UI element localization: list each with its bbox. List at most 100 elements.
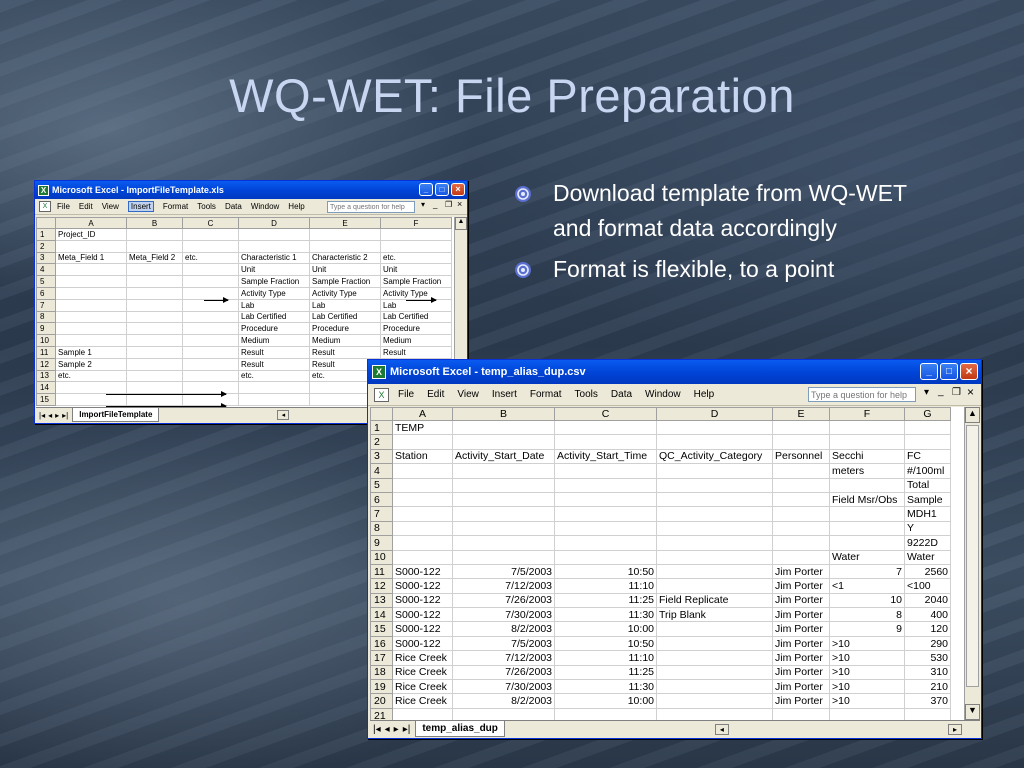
cell[interactable] — [126, 286, 183, 300]
cell[interactable]: 7/12/2003 — [452, 650, 555, 666]
cell[interactable] — [452, 463, 555, 479]
cell[interactable]: Activity_Start_Date — [452, 448, 555, 465]
cell[interactable] — [772, 707, 830, 720]
column-header[interactable]: G — [904, 407, 951, 421]
menu-tools[interactable]: Tools — [197, 202, 216, 211]
cell[interactable] — [772, 506, 830, 522]
menu-format[interactable]: Format — [530, 389, 562, 400]
cell[interactable]: 11:10 — [554, 578, 657, 594]
cell[interactable] — [829, 434, 905, 450]
cell[interactable]: 11:30 — [554, 679, 657, 695]
row-header[interactable]: 6 — [36, 286, 56, 300]
cell[interactable] — [126, 381, 183, 395]
help-search-input[interactable] — [808, 387, 916, 402]
cell[interactable]: Sample Fraction — [380, 275, 452, 288]
cell[interactable] — [126, 322, 183, 336]
cell[interactable]: Total — [904, 477, 951, 493]
cell[interactable] — [182, 239, 239, 253]
menu-file[interactable]: File — [398, 389, 414, 400]
cell[interactable]: 530 — [904, 650, 951, 666]
cell-table[interactable]: A B C D E F G 1 TEMP 2 3 Station Activity_Sta… — [370, 407, 951, 720]
select-all-corner[interactable] — [36, 217, 56, 229]
cell[interactable]: Rice Creek — [392, 664, 453, 681]
cell[interactable]: Result — [380, 345, 452, 359]
sheet-tab[interactable]: temp_alias_dup — [415, 721, 505, 737]
cell[interactable] — [829, 477, 905, 493]
cell[interactable] — [126, 263, 183, 277]
tab-nav-prev-icon[interactable]: ◂ — [385, 724, 390, 735]
menu-view[interactable]: View — [102, 202, 119, 211]
row-header[interactable]: 8 — [370, 520, 393, 537]
cell[interactable]: Meta_Field 2 — [126, 251, 183, 265]
cell[interactable] — [656, 491, 773, 508]
cell[interactable]: 7/30/2003 — [452, 679, 555, 695]
cell[interactable] — [380, 239, 452, 253]
cell[interactable] — [55, 298, 127, 312]
cell[interactable] — [656, 578, 773, 594]
cell[interactable]: 7/26/2003 — [452, 664, 555, 681]
doc-restore-button[interactable]: ❐ — [445, 200, 452, 209]
cell[interactable] — [182, 263, 239, 277]
cell[interactable]: Lab Certified — [309, 310, 381, 324]
cell[interactable]: S000-122 — [392, 621, 453, 637]
cell[interactable] — [656, 621, 773, 637]
cell[interactable] — [182, 393, 239, 406]
cell[interactable] — [55, 263, 127, 277]
cell[interactable] — [772, 535, 830, 551]
cell[interactable] — [182, 298, 239, 312]
cell[interactable]: Sample 1 — [55, 345, 127, 359]
cell[interactable] — [772, 434, 830, 450]
cell[interactable] — [656, 535, 773, 551]
cell[interactable] — [55, 239, 127, 253]
menu-view[interactable]: View — [457, 389, 479, 400]
column-header[interactable]: A — [392, 407, 453, 421]
row-header[interactable]: 3 — [370, 448, 393, 465]
menu-file[interactable]: File — [57, 202, 70, 211]
cell[interactable] — [656, 635, 773, 652]
cell[interactable] — [554, 549, 657, 565]
cell[interactable]: etc. — [182, 251, 239, 265]
tab-nav-prev-icon[interactable]: ◂ — [48, 411, 52, 420]
doc-minimize-button[interactable]: _ — [433, 200, 437, 209]
cell[interactable] — [452, 419, 555, 436]
hscroll-right-button[interactable]: ▸ — [948, 723, 962, 735]
cell[interactable] — [554, 477, 657, 493]
menu-insert[interactable]: Insert — [127, 201, 154, 212]
cell[interactable]: FC — [904, 448, 951, 465]
row-header[interactable]: 5 — [370, 477, 393, 493]
cell[interactable] — [309, 239, 381, 253]
cell[interactable] — [452, 707, 555, 720]
hscroll-left-button[interactable]: ◂ — [714, 723, 729, 735]
cell[interactable]: Jim Porter — [772, 563, 830, 580]
cell[interactable] — [55, 393, 127, 406]
document-icon[interactable]: X — [374, 387, 389, 402]
row-header[interactable]: 1 — [370, 419, 393, 436]
cell[interactable]: 7/12/2003 — [452, 578, 555, 594]
window-titlebar[interactable]: X Microsoft Excel - ImportFileTemplate.x… — [35, 181, 467, 199]
cell[interactable] — [772, 477, 830, 493]
cell[interactable]: meters — [829, 463, 905, 479]
cell[interactable] — [829, 419, 905, 436]
cell[interactable]: Meta_Field 1 — [55, 251, 127, 265]
cell[interactable]: 10:50 — [554, 635, 657, 652]
column-header[interactable]: B — [452, 407, 555, 421]
cell[interactable]: 7/5/2003 — [452, 635, 555, 652]
cell[interactable]: 10:00 — [554, 693, 657, 709]
row-header[interactable]: 18 — [370, 664, 393, 681]
cell[interactable]: Station — [392, 448, 453, 465]
cell[interactable]: >10 — [829, 679, 905, 695]
row-header[interactable]: 7 — [36, 298, 56, 312]
menu-help[interactable]: Help — [694, 389, 715, 400]
cell[interactable]: <100 — [904, 578, 951, 594]
cell[interactable]: Secchi — [829, 448, 905, 465]
cell[interactable]: 8/2/2003 — [452, 621, 555, 637]
cell[interactable] — [55, 381, 127, 395]
cell[interactable] — [554, 535, 657, 551]
cell[interactable] — [309, 228, 381, 241]
cell[interactable] — [656, 679, 773, 695]
cell[interactable]: etc. — [55, 369, 127, 383]
cell[interactable] — [392, 549, 453, 565]
cell[interactable]: Y — [904, 520, 951, 537]
column-header[interactable]: B — [126, 217, 183, 229]
cell[interactable]: Trip Blank — [656, 607, 773, 623]
